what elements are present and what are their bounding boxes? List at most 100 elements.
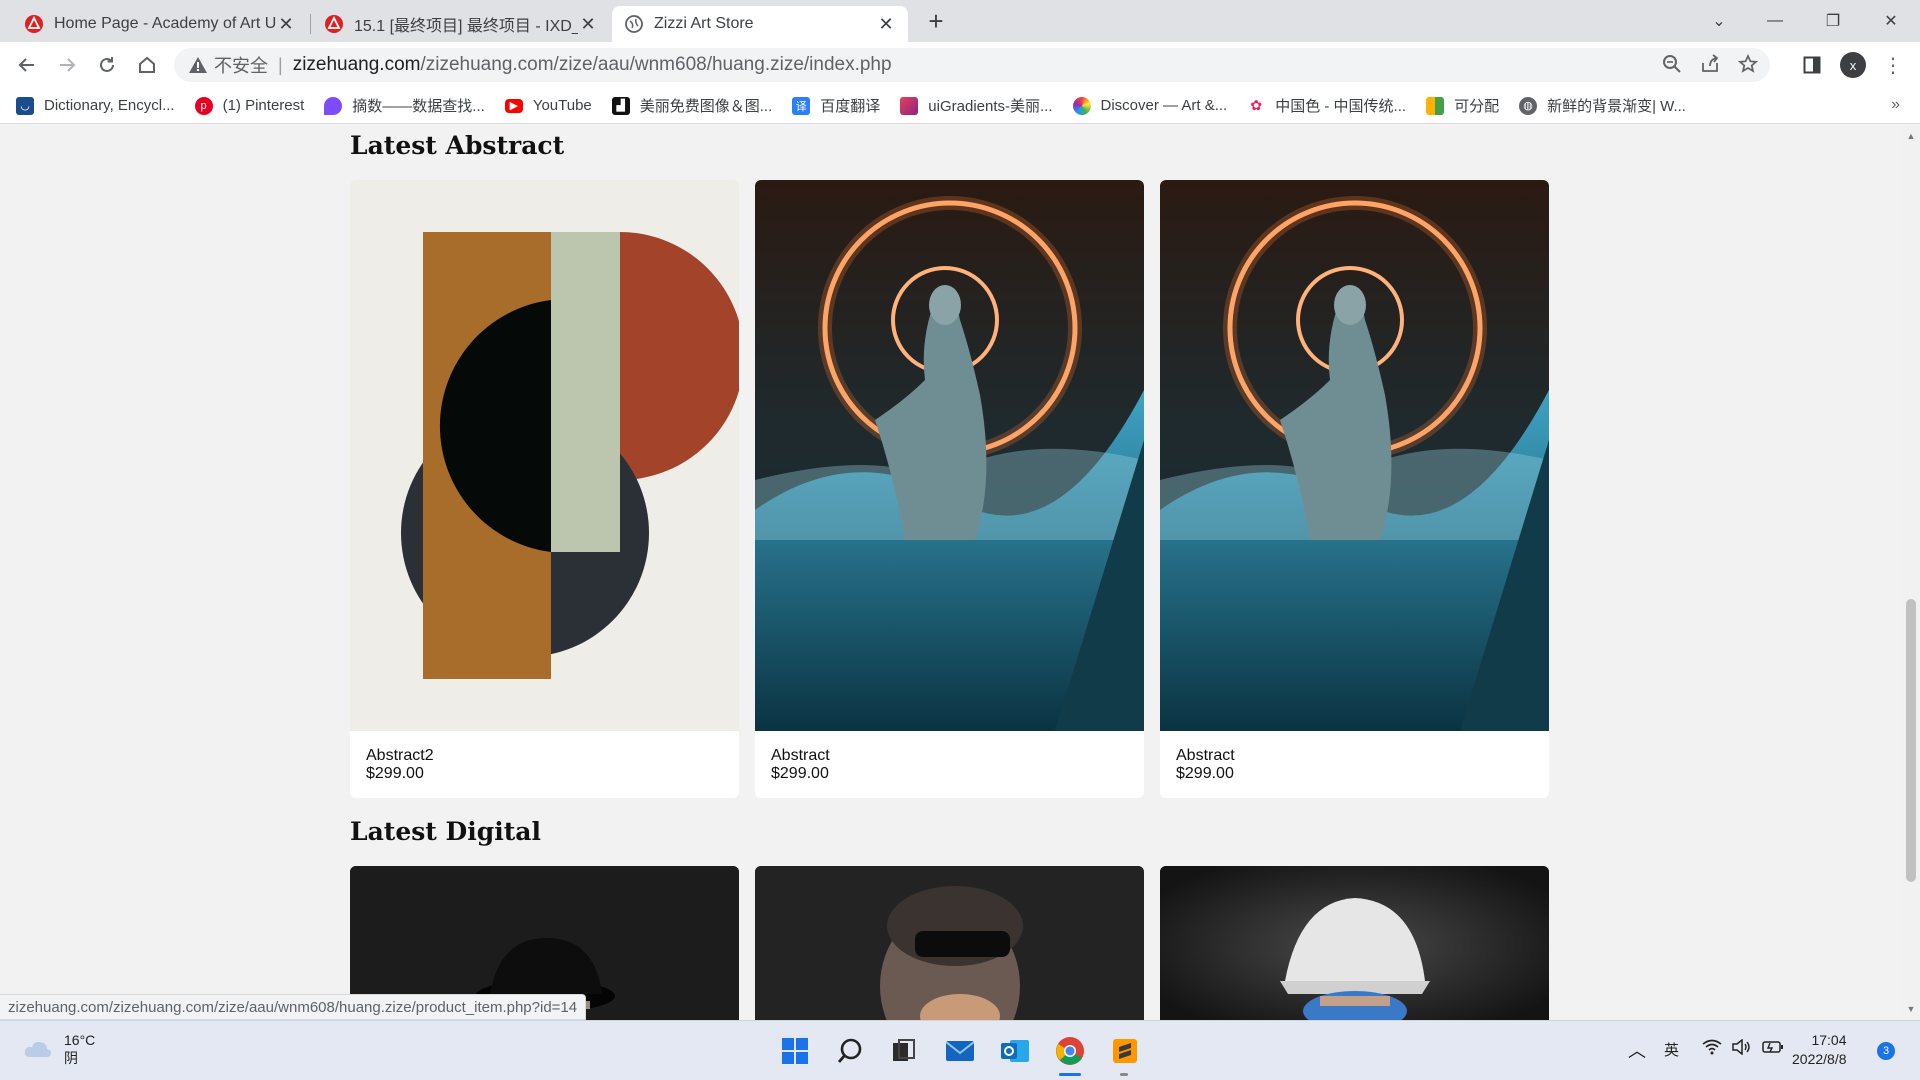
- scroll-down-icon[interactable]: ▼: [1905, 1004, 1917, 1016]
- home-icon: [139, 56, 155, 73]
- home-button[interactable]: [132, 50, 162, 80]
- product-image[interactable]: [1160, 180, 1549, 731]
- back-arrow-icon: [18, 58, 34, 72]
- tab-ixd[interactable]: 15.1 [最终项目] 最终项目 - IXD_ ✕: [312, 6, 610, 42]
- product-card[interactable]: Abstract $299.00: [755, 180, 1144, 798]
- tab-zizzi-art-store[interactable]: Zizzi Art Store ✕: [612, 6, 908, 42]
- product-name[interactable]: Abstract: [1176, 747, 1533, 765]
- ime-indicator[interactable]: 英: [1664, 1039, 1679, 1060]
- product-image[interactable]: [350, 180, 739, 731]
- tab-academy[interactable]: Home Page - Academy of Art U ✕: [12, 6, 308, 42]
- bookmark-item[interactable]: 译百度翻译: [792, 95, 880, 116]
- tab-close-icon[interactable]: ✕: [578, 14, 598, 35]
- tab-divider: [310, 14, 311, 34]
- baidu-translate-icon: 译: [792, 96, 811, 115]
- address-bar-actions: [1662, 54, 1758, 74]
- tray-overflow-chevron-icon[interactable]: ︿: [1628, 1037, 1646, 1063]
- bookmark-item[interactable]: ◍ 新鲜的背景渐变| W...: [1519, 95, 1686, 116]
- chrome-icon: [1056, 1037, 1084, 1065]
- wifi-icon[interactable]: [1702, 1039, 1722, 1059]
- product-meta: Abstract $299.00: [755, 731, 1144, 798]
- address-bar[interactable]: 不安全 | zizehuang.com/zizehuang.com/zize/a…: [174, 48, 1770, 82]
- academy-logo-icon: [25, 15, 43, 33]
- unsplash-icon: ▟: [611, 96, 630, 115]
- tab-title: 15.1 [最终项目] 最终项目 - IXD_: [354, 18, 578, 35]
- tab-close-icon[interactable]: ✕: [276, 14, 296, 35]
- bookmark-label: 百度翻译: [820, 98, 881, 115]
- share-icon[interactable]: [1700, 54, 1720, 74]
- product-price: $299.00: [771, 765, 829, 782]
- bookmark-item[interactable]: p (1) Pinterest: [194, 96, 305, 115]
- product-name[interactable]: Abstract2: [366, 747, 723, 765]
- bookmark-item[interactable]: ✿ 中国色 - 中国传统...: [1247, 95, 1406, 116]
- restore-button[interactable]: ❐: [1810, 6, 1856, 36]
- palette-icon: [1426, 96, 1445, 115]
- geometric-artwork: [350, 180, 739, 731]
- reload-button[interactable]: [92, 50, 122, 80]
- back-button[interactable]: [12, 50, 42, 80]
- pinterest-icon: p: [194, 96, 213, 115]
- bookmark-item[interactable]: 摘数——数据查找...: [324, 95, 485, 116]
- sublime-app-button[interactable]: [1108, 1034, 1142, 1076]
- product-image[interactable]: [755, 866, 1144, 1020]
- bookmark-item[interactable]: ▟ 美丽免费图像＆图...: [611, 95, 772, 116]
- tab-search-chevron-icon[interactable]: ⌄: [1696, 6, 1742, 36]
- chrome-app-button[interactable]: [1053, 1034, 1087, 1076]
- browser-toolbar: 不安全 | zizehuang.com/zizehuang.com/zize/a…: [0, 42, 1920, 88]
- cloud-icon: [24, 1041, 52, 1057]
- system-clock[interactable]: 17:04 2022/8/8: [1792, 1031, 1847, 1069]
- active-app-indicator: [1059, 1073, 1081, 1076]
- bookmark-item[interactable]: uiGradients-美丽...: [900, 95, 1053, 116]
- not-secure-label[interactable]: 不安全: [214, 52, 268, 78]
- minimize-button[interactable]: —: [1752, 6, 1798, 36]
- section-title-digital: Latest Digital: [350, 817, 541, 846]
- mail-app-button[interactable]: [943, 1034, 977, 1068]
- scroll-thumb[interactable]: [1906, 599, 1916, 882]
- page-scrollbar[interactable]: ▲ ▼: [1902, 125, 1920, 1020]
- forward-button[interactable]: [52, 50, 82, 80]
- side-panel-button[interactable]: [1797, 50, 1827, 80]
- forward-arrow-icon: [60, 58, 76, 72]
- bookmark-item[interactable]: ◡ Dictionary, Encycl...: [16, 96, 175, 115]
- bookmark-star-icon[interactable]: [1738, 54, 1758, 74]
- bookmarks-bar: ◡ Dictionary, Encycl... p (1) Pinterest 摘数…: [0, 88, 1920, 124]
- zoom-icon[interactable]: [1662, 54, 1682, 74]
- close-window-button[interactable]: ✕: [1868, 6, 1914, 36]
- bookmark-label: YouTube: [532, 97, 592, 114]
- product-image[interactable]: [1160, 866, 1549, 1020]
- product-card[interactable]: Abstract2 $299.00: [350, 180, 739, 798]
- task-view-button[interactable]: [887, 1034, 921, 1068]
- product-card[interactable]: Abstract $299.00: [1160, 180, 1549, 798]
- tab-close-icon[interactable]: ✕: [876, 14, 896, 35]
- bookmarks-overflow-icon[interactable]: »: [1891, 96, 1900, 114]
- reload-icon: [100, 57, 114, 72]
- profile-button[interactable]: x: [1838, 50, 1868, 80]
- bookmark-item[interactable]: ▶ YouTube: [504, 97, 592, 114]
- color-wheel-icon: [1072, 96, 1091, 115]
- youtube-icon: ▶: [504, 98, 523, 113]
- weather-widget[interactable]: 16°C 阴: [22, 1031, 95, 1067]
- search-button[interactable]: [833, 1034, 867, 1068]
- battery-icon[interactable]: [1762, 1039, 1784, 1059]
- chrome-menu-icon[interactable]: ⋮: [1878, 50, 1908, 80]
- product-name[interactable]: Abstract: [771, 747, 1128, 765]
- notification-badge[interactable]: 3: [1877, 1042, 1895, 1060]
- search-icon: [837, 1038, 862, 1063]
- product-image[interactable]: [755, 180, 1144, 731]
- product-price: $299.00: [1176, 765, 1234, 782]
- outlook-app-button[interactable]: [998, 1034, 1032, 1068]
- bookmark-item[interactable]: Discover — Art &...: [1072, 96, 1227, 115]
- product-meta: Abstract $299.00: [1160, 731, 1549, 798]
- bookmark-label: (1) Pinterest: [222, 97, 305, 114]
- scroll-up-icon[interactable]: ▲: [1905, 131, 1917, 143]
- temperature: 16°C: [64, 1032, 96, 1048]
- windows-taskbar: 16°C 阴 ︿ 英 17:04 2022/8/8 3: [0, 1020, 1920, 1080]
- new-tab-button[interactable]: +: [922, 8, 950, 36]
- warning-icon[interactable]: [188, 55, 208, 75]
- start-button[interactable]: [778, 1034, 812, 1068]
- page-content: Latest Abstract Abstract2 $299.00 Abstra…: [0, 125, 1902, 1020]
- volume-icon[interactable]: [1732, 1038, 1752, 1059]
- globe-icon: [625, 15, 643, 33]
- bookmark-item[interactable]: 可分配: [1426, 95, 1499, 116]
- tab-strip: Home Page - Academy of Art U ✕ 15.1 [最终项…: [0, 0, 1920, 42]
